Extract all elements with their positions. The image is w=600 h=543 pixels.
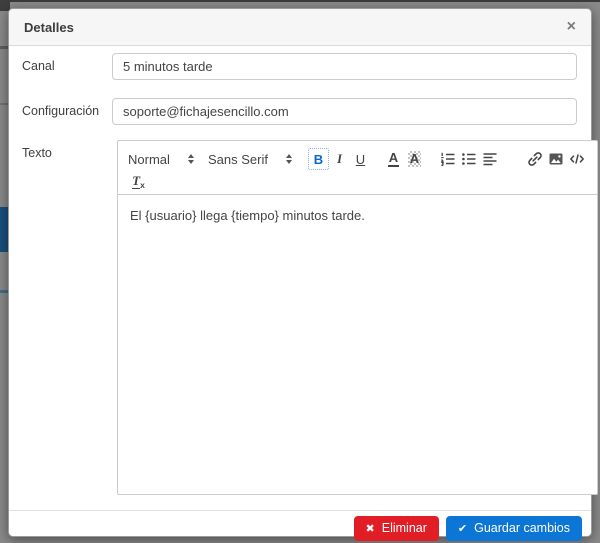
text-color-button[interactable]: A	[383, 148, 404, 170]
underline-button[interactable]: U	[350, 148, 371, 170]
code-icon	[568, 150, 586, 168]
bold-button[interactable]: B	[308, 148, 329, 170]
clean-icon: Tx	[132, 173, 145, 190]
modal-title: Detalles	[24, 20, 74, 35]
bullet-list-button[interactable]	[458, 148, 479, 170]
configuracion-row: Configuración	[22, 98, 577, 125]
texto-label: Texto	[22, 140, 112, 495]
header-style-label: Normal	[128, 152, 170, 167]
toolbar-row-2: Tx	[128, 172, 587, 190]
toolbar-row-1: Normal Sans Serif B I U A A	[128, 146, 587, 172]
image-icon	[547, 150, 565, 168]
editor-toolbar: Normal Sans Serif B I U A A	[118, 141, 597, 195]
italic-button[interactable]: I	[329, 148, 350, 170]
close-icon[interactable]: ×	[567, 19, 576, 35]
editor-paragraph: El {usuario} llega {tiempo} minutos tard…	[130, 207, 585, 226]
link-button[interactable]	[524, 148, 545, 170]
x-mark-icon: ✖	[366, 522, 375, 535]
save-button[interactable]: ✔ Guardar cambios	[446, 516, 582, 541]
canal-label: Canal	[22, 53, 112, 80]
font-picker-label: Sans Serif	[208, 152, 268, 167]
detalles-modal: Detalles × Canal Configuración Texto Nor…	[8, 8, 592, 537]
align-button[interactable]	[479, 148, 500, 170]
font-picker[interactable]: Sans Serif	[208, 152, 292, 167]
editor-content[interactable]: El {usuario} llega {tiempo} minutos tard…	[118, 195, 597, 494]
canal-row: Canal	[22, 53, 577, 80]
modal-body: Canal Configuración Texto Normal Sans Se	[9, 46, 591, 510]
clean-format-button[interactable]: Tx	[128, 170, 149, 192]
modal-footer: ✖ Eliminar ✔ Guardar cambios	[9, 510, 591, 543]
save-button-label: Guardar cambios	[474, 521, 570, 535]
bullet-list-icon	[460, 150, 478, 168]
ordered-list-icon	[439, 150, 457, 168]
texto-row: Texto Normal Sans Serif B I	[22, 140, 577, 495]
align-icon	[481, 150, 499, 168]
header-style-picker[interactable]: Normal	[128, 152, 194, 167]
code-button[interactable]	[566, 148, 587, 170]
configuracion-label: Configuración	[22, 98, 112, 125]
chevron-updown-icon	[286, 154, 292, 164]
text-color-icon: A	[388, 151, 399, 167]
chevron-updown-icon	[188, 154, 194, 164]
delete-button[interactable]: ✖ Eliminar	[354, 516, 439, 541]
modal-header: Detalles ×	[9, 9, 591, 46]
image-button[interactable]	[545, 148, 566, 170]
background-color-button[interactable]: A	[404, 148, 425, 170]
delete-button-label: Eliminar	[382, 521, 427, 535]
canal-input[interactable]	[112, 53, 577, 80]
ordered-list-button[interactable]	[437, 148, 458, 170]
configuracion-input[interactable]	[112, 98, 577, 125]
background-color-icon: A	[408, 151, 421, 167]
backdrop-top-line	[0, 0, 600, 2]
rich-text-editor: Normal Sans Serif B I U A A	[117, 140, 598, 495]
link-icon	[526, 150, 544, 168]
check-icon: ✔	[458, 522, 467, 535]
